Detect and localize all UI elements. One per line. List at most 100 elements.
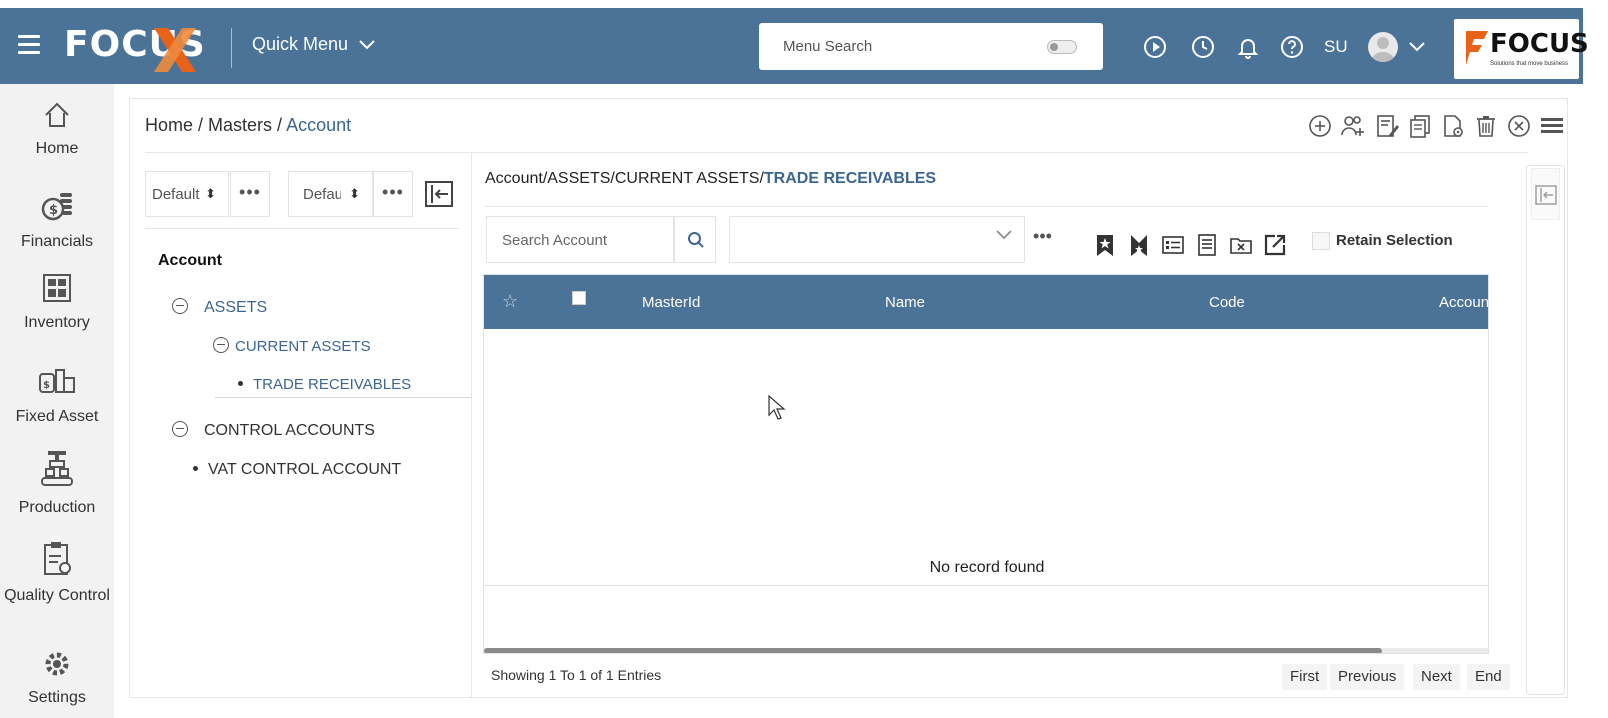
bell-icon[interactable]: [1236, 35, 1260, 59]
column-header-masterid[interactable]: MasterId: [642, 294, 700, 311]
quick-menu-button[interactable]: Quick Menu: [252, 34, 375, 55]
tree-node-trade-receivables[interactable]: TRADE RECEIVABLES: [238, 376, 411, 393]
avatar[interactable]: [1368, 32, 1398, 62]
list-card-icon[interactable]: [1161, 233, 1185, 257]
document-settings-icon[interactable]: [1440, 113, 1466, 139]
copy-icon[interactable]: [1407, 113, 1433, 139]
logo-text: FOCUS: [1490, 29, 1589, 59]
delete-icon[interactable]: [1473, 113, 1499, 139]
bookmark-remove-icon[interactable]: [1127, 233, 1151, 257]
coins-icon: $: [41, 193, 72, 221]
breadcrumb-current: Account: [286, 115, 352, 135]
tree-node-control-accounts[interactable]: CONTROL ACCOUNTS: [172, 421, 375, 440]
edit-icon[interactable]: [1374, 113, 1400, 139]
tree-node-label: VAT CONTROL ACCOUNT: [208, 461, 402, 478]
brand-x-logo-icon: [154, 28, 196, 72]
filter-more-button[interactable]: •••: [1025, 216, 1060, 263]
clock-icon[interactable]: [1191, 35, 1215, 59]
document-list-icon[interactable]: [1195, 233, 1219, 257]
folder-remove-icon[interactable]: [1229, 233, 1253, 257]
sidebar-item-fixed-asset[interactable]: $ Fixed Asset: [0, 366, 114, 426]
svg-text:$: $: [43, 380, 50, 391]
menu-search-input[interactable]: Menu Search: [759, 23, 1103, 70]
warehouse-icon: [43, 274, 71, 302]
toolbar-divider: [145, 152, 1528, 153]
bullet-icon: [193, 466, 198, 471]
user-menu-chevron-icon[interactable]: [1409, 42, 1425, 52]
company-logo: FOCUS Solutions that move business: [1454, 19, 1589, 79]
collapse-minus-icon[interactable]: [172, 298, 188, 314]
sidebar-item-inventory[interactable]: Inventory: [0, 272, 114, 332]
expand-panel-button[interactable]: [1531, 168, 1560, 220]
bookmark-star-icon[interactable]: [1093, 233, 1117, 257]
search-account-input[interactable]: Search Account: [486, 216, 674, 263]
search-icon: [688, 232, 704, 248]
collapse-minus-icon[interactable]: [172, 421, 188, 437]
column-header-name[interactable]: Name: [885, 294, 925, 311]
pager-previous-button[interactable]: Previous: [1330, 664, 1405, 690]
sidebar-item-production[interactable]: Production: [0, 449, 114, 517]
more-menu-icon[interactable]: [1539, 113, 1565, 139]
play-icon[interactable]: [1143, 35, 1167, 59]
collapse-minus-icon[interactable]: [213, 337, 229, 353]
tree-node-current-assets[interactable]: CURRENT ASSETS: [213, 337, 371, 355]
sort-arrows-icon: ⬍: [205, 186, 216, 201]
tree-node-vat-control-account[interactable]: VAT CONTROL ACCOUNT: [193, 461, 401, 479]
breadcrumb: Home / Masters / Account: [145, 115, 351, 136]
tree-node-label: CURRENT ASSETS: [235, 338, 371, 355]
home-icon: [45, 102, 69, 127]
sidebar-item-home[interactable]: Home: [0, 100, 114, 158]
breadcrumb-separator: /: [272, 115, 287, 135]
sidebar-item-financials[interactable]: $ Financials: [0, 189, 114, 251]
expand-panel-icon: [1535, 185, 1557, 205]
breadcrumb-home[interactable]: Home: [145, 115, 193, 135]
tree-node-label: TRADE RECEIVABLES: [253, 376, 412, 393]
view-select-1[interactable]: Default ⬍: [145, 171, 229, 217]
clipboard-icon: [44, 542, 71, 575]
header-divider: [231, 28, 232, 68]
column-header-code[interactable]: Code: [1209, 294, 1245, 311]
view-select-2-value: Defau: [303, 186, 341, 203]
external-link-icon[interactable]: [1263, 233, 1287, 257]
star-icon[interactable]: ☆: [502, 291, 518, 312]
sidebar-item-label: Financials: [20, 233, 94, 250]
panel-divider: [471, 153, 472, 698]
help-icon[interactable]: [1280, 35, 1304, 59]
view-select-2[interactable]: Defau ⬍: [288, 171, 373, 217]
filter-select[interactable]: [729, 216, 1025, 263]
sidebar-item-label: Home: [35, 140, 79, 157]
add-icon[interactable]: [1307, 113, 1333, 139]
sidebar-item-label: Fixed Asset: [15, 408, 99, 425]
focus-f-logo-icon: [1466, 31, 1488, 65]
pager-next-button[interactable]: Next: [1413, 664, 1460, 690]
column-header-account[interactable]: Account: [1439, 294, 1488, 311]
search-account-placeholder: Search Account: [502, 232, 608, 249]
view-select-2-more-button[interactable]: •••: [373, 171, 413, 217]
sidebar-item-settings[interactable]: Settings: [0, 649, 114, 707]
menu-search-placeholder: Menu Search: [783, 38, 873, 55]
gear-icon: [45, 652, 69, 676]
table-row-divider: [484, 585, 1488, 586]
hamburger-menu-icon[interactable]: [18, 35, 40, 55]
sidebar-item-quality-control[interactable]: Quality Control: [0, 540, 114, 608]
add-group-icon[interactable]: [1340, 113, 1366, 139]
chevron-down-icon: [359, 40, 375, 50]
tree-root[interactable]: Account: [158, 252, 222, 270]
select-all-checkbox[interactable]: [572, 291, 586, 305]
horizontal-scrollbar-thumb[interactable]: [484, 648, 1382, 653]
close-icon[interactable]: [1506, 113, 1532, 139]
tree-node-assets[interactable]: ASSETS: [172, 298, 267, 317]
retain-selection-checkbox[interactable]: [1312, 232, 1330, 250]
view-select-1-more-button[interactable]: •••: [230, 171, 270, 217]
search-button[interactable]: [674, 216, 716, 263]
menu-search-toggle[interactable]: [1047, 40, 1077, 54]
breadcrumb-masters[interactable]: Masters: [208, 115, 272, 135]
pager-end-button[interactable]: End: [1467, 664, 1510, 690]
pager-first-button[interactable]: First: [1282, 664, 1328, 690]
right-side-panel: [1526, 165, 1565, 695]
collapse-panel-icon[interactable]: [425, 181, 453, 207]
tree-node-label: CONTROL ACCOUNTS: [204, 422, 375, 439]
fixed-asset-icon: $: [39, 369, 75, 393]
logo-tagline: Solutions that move business: [1490, 61, 1569, 67]
user-initials[interactable]: SU: [1324, 37, 1348, 57]
